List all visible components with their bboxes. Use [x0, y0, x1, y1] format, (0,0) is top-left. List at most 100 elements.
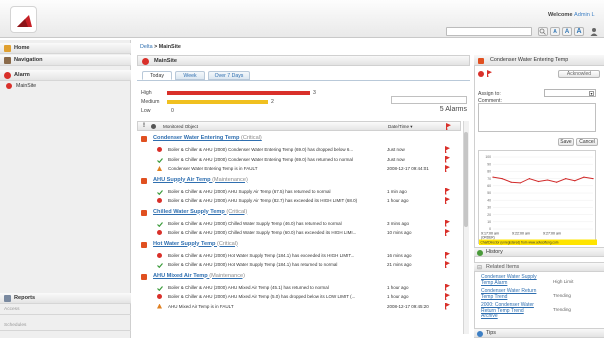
check-icon — [157, 285, 163, 291]
flag-icon[interactable] — [445, 219, 450, 227]
tab-week[interactable]: Week — [175, 71, 205, 80]
save-button[interactable]: Save — [558, 138, 574, 146]
alarm-date: Just now — [387, 156, 405, 162]
flag-icon[interactable] — [445, 187, 450, 195]
related-item-link[interactable]: Condenser Water Return Temp Trend — [481, 288, 537, 300]
alarm-row[interactable]: Boiler & Chiller & AHU (2000) AHU Supply… — [137, 187, 461, 196]
alarm-row[interactable]: Boiler & Chiller & AHU (2000) AHU Mixed … — [137, 283, 461, 292]
welcome-text: Welcome Admin L — [548, 12, 595, 18]
sidebar-item-alarm[interactable]: Alarm — [0, 70, 131, 81]
font-large-button[interactable]: A — [574, 27, 584, 36]
trend-point — [528, 178, 530, 180]
alarm-row[interactable]: Boiler & Chiller & AHU (2000) AHU Mixed … — [137, 292, 461, 301]
trend-point — [556, 181, 558, 183]
related-item-link[interactable]: Condenser Water Supply Temp Alarm — [481, 274, 537, 286]
trend-point — [565, 178, 567, 180]
alarm-description: Boiler & Chiller & AHU (2000) AHU Mixed … — [168, 294, 356, 299]
header-search-input[interactable] — [446, 27, 532, 36]
alarm-row[interactable]: Boiler & Chiller & AHU (2000) Condenser … — [137, 155, 461, 164]
priority-column-icon[interactable]: ! — [143, 123, 145, 129]
alarm-group-title[interactable]: Chilled Water Supply Temp (Critical) — [153, 207, 247, 218]
col-monitored-object[interactable]: Monitored Object — [163, 124, 198, 129]
alarm-description: Boiler & Chiller & AHU (2000) AHU Supply… — [168, 198, 358, 203]
tab-today[interactable]: Today — [142, 71, 172, 80]
main-panel-header: MainSite — [137, 55, 470, 66]
col-date-time[interactable]: Date/Time ▾ — [388, 124, 413, 130]
related-item-type: Trending — [553, 307, 571, 312]
app-logo[interactable] — [10, 6, 37, 33]
history-section[interactable]: History — [474, 247, 604, 257]
home-icon — [4, 45, 11, 52]
flag-icon[interactable] — [445, 261, 450, 268]
sidebar-item-mainsite[interactable]: MainSite — [6, 83, 36, 89]
alarm-group-title[interactable]: AHU Supply Air Temp (Maintenance) — [153, 175, 248, 186]
alarm-date: 1 hour ago — [387, 198, 409, 203]
flag-icon[interactable] — [445, 293, 450, 300]
breadcrumb-root[interactable]: Delta — [140, 44, 153, 50]
alarm-description: Boiler & Chiller & AHU (2000) Chilled Wa… — [168, 230, 357, 235]
acknowledge-button[interactable]: Acknowled — [558, 70, 600, 78]
tab-divider — [137, 80, 470, 81]
flag-column-icon[interactable] — [446, 123, 451, 130]
flag-icon[interactable] — [445, 146, 450, 153]
alarm-row[interactable]: Condenser Water Entering Temp is in FAUL… — [137, 164, 461, 173]
search-icon[interactable] — [538, 27, 548, 36]
alarm-row[interactable]: Boiler & Chiller & AHU (2000) Condenser … — [137, 145, 461, 154]
font-medium-button[interactable]: A — [562, 27, 572, 36]
alarm-group: Condenser Water Entering Temp (Critical) — [137, 133, 461, 144]
sidebar-item-schedules[interactable]: Schedules — [0, 321, 131, 331]
alarm-group-title[interactable]: Condenser Water Entering Temp (Critical) — [153, 133, 262, 144]
sidebar-item-access[interactable]: Access — [0, 305, 131, 315]
alarm-date: 2008-12-17 09:44:01 — [387, 166, 429, 171]
medium-bar[interactable] — [167, 100, 268, 104]
related-item-link[interactable]: 2000: Condenser Water Return Temp Trend … — [481, 302, 537, 320]
flag-icon[interactable] — [445, 197, 450, 204]
alarm-icon — [157, 147, 162, 152]
summary-filter-input[interactable] — [391, 96, 467, 104]
alarm-icon — [157, 198, 162, 203]
alarm-row[interactable]: Boiler & Chiller & AHU (2000) Chilled Wa… — [137, 228, 461, 237]
sidebar-item-reports[interactable]: Reports — [0, 293, 131, 304]
check-icon — [157, 157, 163, 163]
high-label: High — [141, 90, 152, 96]
alarm-group-title[interactable]: Hot Water Supply Temp (Critical) — [153, 239, 238, 250]
trend-chart[interactable]: 0 10 20 30 40 50 60 70 80 90 100 9:17:00 am 9:22:00 … — [478, 150, 597, 245]
alarm-description: Boiler & Chiller & AHU (2000) Condenser … — [168, 156, 353, 162]
flag-icon[interactable] — [445, 302, 450, 310]
alarm-description: Boiler & Chiller & AHU (2000) AHU Mixed … — [168, 284, 329, 290]
sidebar-item-home[interactable]: Home — [0, 43, 131, 54]
state-column-icon[interactable] — [151, 124, 156, 129]
alarm-icon — [157, 230, 162, 235]
sidebar-item-navigation[interactable]: Navigation — [0, 55, 131, 66]
alarm-row[interactable]: Boiler & Chiller & AHU (2000) Hot Water … — [137, 260, 461, 269]
detail-object-icon — [478, 58, 484, 64]
flag-icon[interactable] — [445, 155, 450, 163]
alarm-row[interactable]: Boiler & Chiller & AHU (2000) Hot Water … — [137, 251, 461, 260]
history-icon — [477, 250, 483, 256]
chart-watermark: ChartDirector (unregistered) from www.ad… — [481, 241, 559, 245]
alarm-row[interactable]: Boiler & Chiller & AHU (2000) AHU Supply… — [137, 196, 461, 205]
font-small-button[interactable]: A — [550, 27, 560, 36]
related-items-section[interactable]: ⊟ Related Items — [474, 262, 604, 272]
alarm-row[interactable]: Boiler & Chiller & AHU (2000) Chilled Wa… — [137, 219, 461, 228]
flag-icon[interactable] — [445, 283, 450, 291]
alarm-row[interactable]: AHU Mixed Air Temp is in FAULT 2008-12-17… — [137, 302, 461, 311]
flag-icon[interactable] — [445, 165, 450, 172]
check-icon — [157, 189, 163, 195]
alarm-group-title[interactable]: AHU Mixed Air Temp (Maintenance) — [153, 271, 245, 282]
cancel-button[interactable]: Cancel — [576, 138, 598, 146]
breadcrumb: Delta > MainSite — [140, 44, 181, 50]
tab-over-7-days[interactable]: Over 7 Days — [208, 71, 250, 80]
tips-section[interactable]: Tips — [474, 328, 604, 338]
alarm-list-scroll-thumb[interactable] — [464, 132, 468, 227]
alarm-group: Hot Water Supply Temp (Critical) — [137, 239, 461, 250]
flag-icon[interactable] — [445, 251, 450, 259]
x-axis-note: (ORDER) — [481, 236, 495, 240]
assign-select[interactable]: ▾ — [544, 89, 596, 97]
delta-logo-icon — [17, 15, 32, 27]
comment-textarea[interactable] — [478, 103, 596, 132]
user-icon[interactable] — [590, 27, 598, 36]
high-bar[interactable] — [167, 91, 310, 95]
flag-icon[interactable] — [445, 229, 450, 236]
user-name[interactable]: Admin L — [574, 12, 595, 18]
